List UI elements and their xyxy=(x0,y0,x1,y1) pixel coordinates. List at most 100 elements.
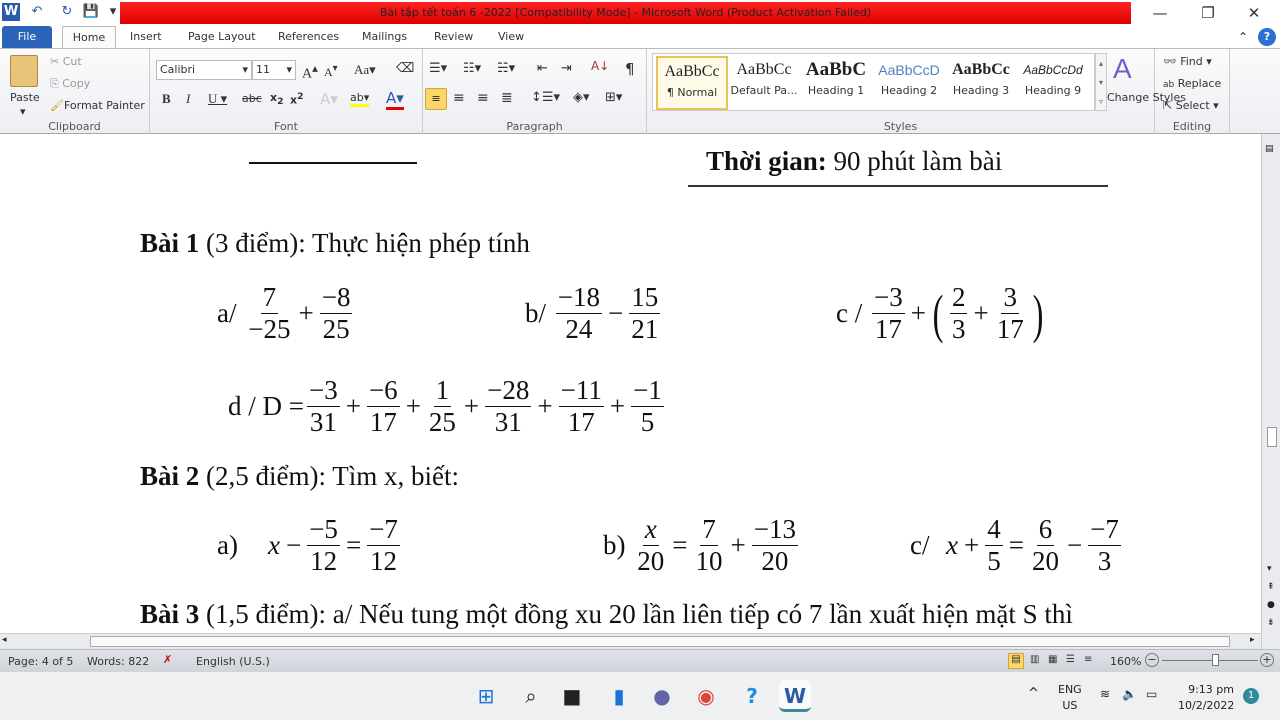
teams-chat-icon[interactable]: ● xyxy=(646,680,678,712)
format-painter-button[interactable]: 🖌Format Painter xyxy=(50,99,145,112)
ruler-toggle-icon[interactable]: ▤ xyxy=(1265,144,1274,154)
paste-button[interactable]: Paste xyxy=(10,91,40,104)
borders-icon[interactable]: ⊞▾ xyxy=(605,90,622,105)
task-view-icon[interactable]: ■ xyxy=(556,680,588,712)
widgets-icon[interactable]: ▮ xyxy=(603,680,635,712)
decrease-indent-icon[interactable]: ⇤ xyxy=(537,61,548,76)
browse-object-icon[interactable]: ● xyxy=(1267,600,1275,610)
restore-button[interactable]: ❐ xyxy=(1188,2,1228,24)
line-spacing-icon[interactable]: ↕☰▾ xyxy=(531,90,560,105)
tab-insert[interactable]: Insert xyxy=(122,26,170,48)
styles-scroll[interactable]: ▴ ▾ ▿ xyxy=(1095,53,1107,111)
style-heading-1[interactable]: AaBbC Heading 1 xyxy=(800,56,872,110)
minimize-button[interactable]: — xyxy=(1140,2,1180,24)
change-case-icon[interactable]: Aa▾ xyxy=(354,62,376,78)
get-help-icon[interactable]: ? xyxy=(736,680,768,712)
document-page[interactable]: ▬ ▬▬ ▬▬▬▬▬▬▬ Thời gian: 90 phút làm bài … xyxy=(0,134,1261,633)
align-center-icon[interactable]: ≡ xyxy=(453,90,465,106)
tab-page-layout[interactable]: Page Layout xyxy=(180,26,264,48)
strikethrough-icon[interactable]: abc xyxy=(242,92,262,105)
notification-badge[interactable]: 1 xyxy=(1243,688,1259,704)
style-heading-2[interactable]: AaBbCcD Heading 2 xyxy=(873,56,945,110)
outline-icon[interactable]: ☰ xyxy=(1066,654,1075,665)
find-button[interactable]: 👓 Find ▾ xyxy=(1163,55,1212,68)
select-button[interactable]: ⇱ Select ▾ xyxy=(1163,99,1219,112)
underline-icon[interactable]: U ▾ xyxy=(208,91,227,107)
tab-home[interactable]: Home xyxy=(62,26,116,48)
align-right-icon[interactable]: ≡ xyxy=(477,90,489,106)
align-left-icon[interactable]: ≡ xyxy=(425,88,447,110)
zoom-level[interactable]: 160% xyxy=(1110,655,1141,668)
scroll-thumb[interactable] xyxy=(90,636,1230,647)
scroll-left-icon[interactable]: ◂ xyxy=(2,635,7,645)
volume-icon[interactable]: 🔈 xyxy=(1122,687,1137,701)
shrink-font-icon[interactable]: A▾ xyxy=(324,63,338,80)
vertical-scrollbar[interactable]: ▤ ▾ ⇞ ● ⇟ xyxy=(1261,134,1280,649)
chrome-icon[interactable]: ◉ xyxy=(690,680,722,712)
style-heading-3[interactable]: AaBbCc Heading 3 xyxy=(945,56,1017,110)
redo-icon[interactable]: ↻ xyxy=(58,3,76,21)
scroll-thumb[interactable] xyxy=(1267,427,1277,447)
italic-icon[interactable]: I xyxy=(186,91,190,107)
justify-icon[interactable]: ≣ xyxy=(501,90,513,106)
web-layout-icon[interactable]: ▦ xyxy=(1048,654,1057,665)
bullets-icon[interactable]: ☰▾ xyxy=(429,61,447,76)
horizontal-scrollbar[interactable]: ◂ ▸ xyxy=(0,633,1261,649)
undo-icon[interactable]: ↶ xyxy=(28,3,46,21)
proofing-icon[interactable]: ✗ xyxy=(163,653,172,666)
bold-icon[interactable]: B xyxy=(162,91,171,107)
scroll-down-icon[interactable]: ▾ xyxy=(1267,564,1272,574)
draft-icon[interactable]: ≡ xyxy=(1084,654,1092,665)
battery-icon[interactable]: ▭ xyxy=(1146,687,1157,701)
scroll-right-icon[interactable]: ▸ xyxy=(1250,635,1255,645)
subscript-icon[interactable]: x2 xyxy=(270,91,283,107)
search-icon[interactable]: ⌕ xyxy=(515,680,547,712)
tab-references[interactable]: References xyxy=(270,26,347,48)
paste-dropdown-icon[interactable]: ▾ xyxy=(20,105,26,118)
copy-button[interactable]: ⎘ Copy xyxy=(50,77,90,91)
tab-view[interactable]: View xyxy=(490,26,532,48)
tab-file[interactable]: File xyxy=(2,26,52,48)
zoom-out-icon[interactable]: − xyxy=(1145,653,1159,667)
language[interactable]: English (U.S.) xyxy=(196,655,270,668)
start-icon[interactable]: ⊞ xyxy=(470,680,502,712)
word-app-icon[interactable]: W xyxy=(2,3,20,21)
save-icon[interactable]: 💾 xyxy=(82,3,100,21)
print-layout-icon[interactable]: ▤ xyxy=(1008,653,1024,669)
word-taskbar-icon[interactable]: W xyxy=(779,680,811,712)
clock[interactable]: 9:13 pm 10/2/2022 xyxy=(1178,682,1234,714)
style-heading-9[interactable]: AaBbCcDd Heading 9 xyxy=(1017,56,1089,110)
font-name-select[interactable]: Calibri ▾ xyxy=(156,60,252,80)
style-normal[interactable]: AaBbCc ¶ Normal xyxy=(656,56,728,110)
zoom-slider[interactable] xyxy=(1162,660,1258,661)
previous-page-icon[interactable]: ⇞ xyxy=(1267,582,1275,592)
show-formatting-icon[interactable]: ¶ xyxy=(625,60,635,78)
highlight-icon[interactable]: ab▾ xyxy=(350,91,370,107)
tab-review[interactable]: Review xyxy=(426,26,481,48)
show-hidden-icons[interactable]: ^ xyxy=(1028,686,1039,701)
font-color-icon[interactable]: A▾ xyxy=(386,89,404,110)
page-count[interactable]: Page: 4 of 5 xyxy=(8,655,73,668)
input-language[interactable]: ENG US xyxy=(1058,682,1082,714)
minimize-ribbon-icon[interactable]: ⌃ xyxy=(1238,30,1248,44)
wifi-icon[interactable]: ≋ xyxy=(1100,687,1110,701)
cut-button[interactable]: ✂ Cut xyxy=(50,55,82,68)
style-default-paragraph[interactable]: AaBbCc Default Pa... xyxy=(728,56,800,110)
multilevel-list-icon[interactable]: ☵▾ xyxy=(497,61,515,76)
zoom-in-icon[interactable]: + xyxy=(1260,653,1274,667)
help-icon[interactable]: ? xyxy=(1258,28,1276,46)
shading-icon[interactable]: ◈▾ xyxy=(573,90,590,105)
clear-formatting-icon[interactable]: ⌫ xyxy=(396,61,414,76)
sort-icon[interactable]: A↓ xyxy=(591,59,609,73)
word-count[interactable]: Words: 822 xyxy=(87,655,149,668)
close-button[interactable]: ✕ xyxy=(1234,2,1274,24)
font-size-select[interactable]: 11 ▾ xyxy=(252,60,296,80)
next-page-icon[interactable]: ⇟ xyxy=(1267,618,1275,628)
increase-indent-icon[interactable]: ⇥ xyxy=(561,61,572,76)
tab-mailings[interactable]: Mailings xyxy=(354,26,415,48)
numbering-icon[interactable]: ☷▾ xyxy=(463,61,481,76)
text-effects-icon[interactable]: A▾ xyxy=(320,90,338,108)
superscript-icon[interactable]: x2 xyxy=(290,91,303,107)
full-screen-reading-icon[interactable]: ▥ xyxy=(1030,654,1039,665)
zoom-slider-thumb[interactable] xyxy=(1212,654,1219,666)
